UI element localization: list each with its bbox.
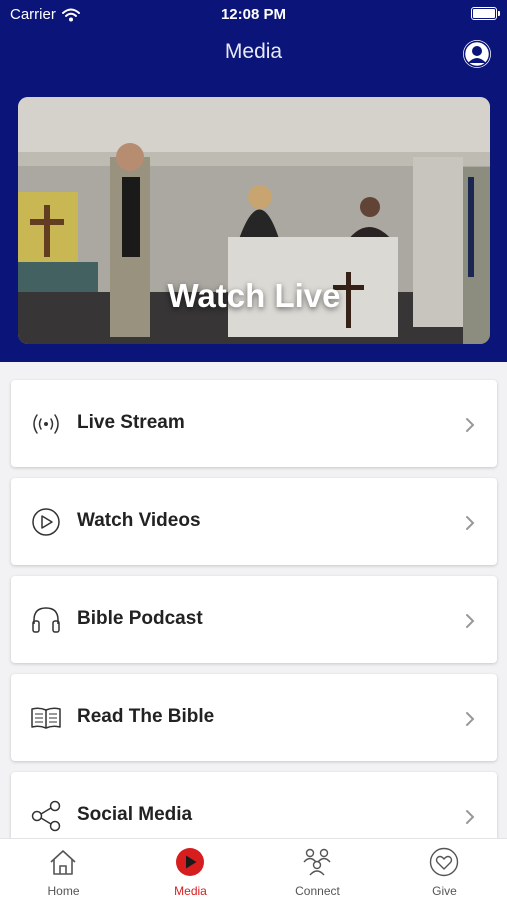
menu-item-label: Watch Videos [77,510,201,531]
menu-item-live-stream[interactable]: Live Stream [11,380,497,467]
play-circle-icon [176,848,204,876]
page-title: Media [224,40,283,63]
open-book-icon [31,707,61,729]
chevron-right-icon [466,810,475,824]
chevron-right-icon [466,516,475,530]
menu-item-label: Social Media [77,804,193,825]
menu-item-watch-videos[interactable]: Watch Videos [11,478,497,565]
chevron-right-icon [466,418,475,432]
people-icon [303,848,331,876]
tab-home[interactable]: Home [0,839,127,900]
watch-live-banner[interactable]: Watch Live [18,97,490,344]
clock: 12:08 PM [220,6,287,23]
menu-item-label: Bible Podcast [77,608,203,629]
broadcast-icon [33,414,59,434]
media-menu: Live Stream Watch Videos Bible Podcast R… [11,380,497,870]
battery-icon [471,7,500,20]
tab-media[interactable]: Media [127,839,254,900]
status-bar: Carrier 12:08 PM [0,0,507,30]
tab-bar: Home Media Connect Give [0,838,507,900]
tab-connect[interactable]: Connect [254,839,381,900]
header: Carrier 12:08 PM Media Watch Live [0,0,507,362]
menu-item-label: Live Stream [77,412,185,433]
person-circle-icon[interactable] [463,40,491,68]
tab-label: Media [174,884,207,898]
menu-item-bible-podcast[interactable]: Bible Podcast [11,576,497,663]
share-icon [31,800,61,832]
home-icon [50,850,76,875]
tab-label: Connect [295,884,340,898]
heart-circle-icon [429,847,459,877]
play-circle-icon [32,508,60,536]
chevron-right-icon [466,614,475,628]
menu-item-label: Read The Bible [77,706,215,727]
tab-label: Give [432,884,457,898]
menu-item-read-the-bible[interactable]: Read The Bible [11,674,497,761]
headphones-icon [32,607,60,633]
chevron-right-icon [466,712,475,726]
tab-label: Home [47,884,80,898]
tab-give[interactable]: Give [381,839,507,900]
hero-title: Watch Live [167,277,341,314]
